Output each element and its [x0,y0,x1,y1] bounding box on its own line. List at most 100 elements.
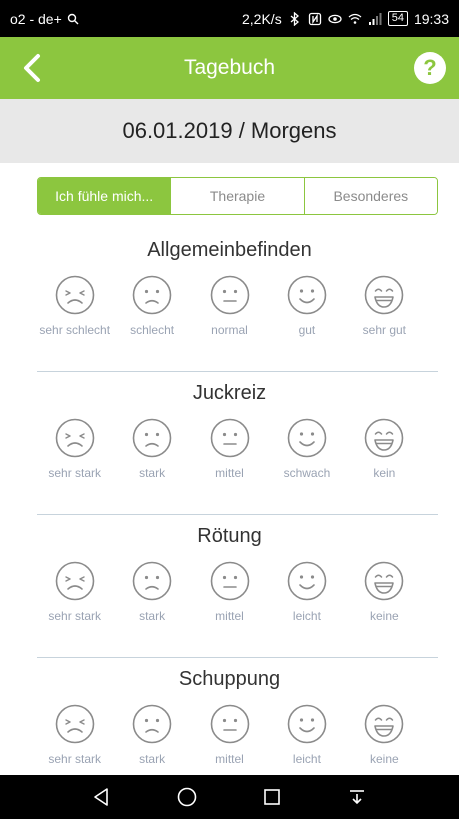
app-bar: Tagebuch ? [0,37,459,99]
neutral-face-icon [210,275,249,315]
tab-feeling[interactable]: Ich fühle mich... [38,178,171,214]
rating-option-label: sehr gut [362,323,406,337]
rating-option-label: schlecht [130,323,175,337]
rating-section: Juckreiz sehr stark stark mittel schwach kein [0,377,459,480]
rating-option[interactable]: sehr stark [36,703,113,766]
question-mark-icon: ? [423,55,437,80]
section-title: Allgemeinbefinden [147,239,312,261]
very-sad-face-icon [55,275,95,315]
section-title: Schuppung [178,668,281,690]
section-title: Rötung [197,525,262,547]
very-sad-face-icon [55,418,95,458]
rating-option[interactable]: schlecht [113,274,190,337]
rating-option-label: keine [369,609,399,623]
grin-face-icon [365,704,404,744]
rating-option[interactable]: leicht [268,560,345,623]
rating-option[interactable]: gut [268,274,345,337]
neutral-face-icon [210,418,249,458]
rating-option-label: stark [139,609,166,623]
eye-icon [328,14,342,23]
rating-option-label: gut [298,323,316,337]
section-title: Juckreiz [192,382,267,404]
grin-face-icon [365,561,404,601]
search-icon [67,13,79,24]
tab-therapy[interactable]: Therapie [170,178,304,214]
battery-level: 54 [387,11,408,26]
nav-recents-button[interactable] [252,777,292,817]
rating-option[interactable]: mittel [191,417,268,480]
rating-section: Rötung sehr stark stark mittel leicht keine [0,520,459,623]
help-button[interactable]: ? [414,52,446,84]
nfc-icon [308,12,321,25]
face-rating-row: sehr schlecht schlecht normal gut sehr gut [0,274,459,337]
rating-option-label: leicht [292,609,321,623]
rating-option[interactable]: kein [346,417,423,480]
rating-option[interactable]: stark [113,417,190,480]
very-sad-face-icon [55,561,95,601]
rating-option[interactable]: schwach [268,417,345,480]
rating-option[interactable]: sehr stark [36,417,113,480]
carrier-text: o2 - de+ [10,10,62,27]
nav-notifications-button[interactable] [337,777,377,817]
rating-option-label: sehr stark [48,752,102,766]
rating-option[interactable]: stark [113,703,190,766]
rating-option[interactable]: stark [113,560,190,623]
face-rating-row: sehr stark stark mittel leicht keine [0,703,459,766]
face-rating-row: sehr stark stark mittel leicht keine [0,560,459,623]
signal-icon [368,12,382,25]
rating-section: Schuppung sehr stark stark mittel leicht kein… [0,663,459,766]
smile-face-icon [287,275,327,315]
rating-option-label: mittel [215,609,244,623]
grin-face-icon [365,275,404,315]
rating-option-label: stark [139,752,166,766]
date-header: 06.01.2019 / Morgens [0,99,459,163]
face-rating-row: sehr stark stark mittel schwach kein [0,417,459,480]
wifi-icon [348,13,362,24]
rating-option[interactable]: leicht [268,703,345,766]
rating-option[interactable]: sehr schlecht [36,274,113,337]
rating-option[interactable]: sehr stark [36,560,113,623]
sad-face-icon [132,418,172,458]
sad-face-icon [132,704,172,744]
network-speed: 2,2K/s [242,10,282,27]
rating-option-label: mittel [215,752,244,766]
sad-face-icon [132,561,172,601]
back-triangle-icon [94,788,109,806]
rating-option-label: sehr schlecht [39,323,111,337]
tab-special[interactable]: Besonderes [303,178,437,214]
rating-option-label: leicht [292,752,321,766]
rating-option-label: stark [139,466,166,480]
rating-option[interactable]: normal [191,274,268,337]
rating-option-label: schwach [283,466,331,480]
neutral-face-icon [210,561,249,601]
notification-down-icon [349,790,364,805]
tab-bar: Ich fühle mich... Therapie Besonderes [37,177,438,215]
rating-option[interactable]: sehr gut [346,274,423,337]
rating-option-label: keine [369,752,399,766]
status-right: 2,2K/s 54 19:33 [242,11,449,27]
rating-section: Allgemeinbefinden sehr schlecht schlecht no… [0,234,459,337]
recents-square-icon [264,789,280,805]
back-button[interactable] [12,49,52,87]
smile-face-icon [287,561,327,601]
rating-option-label: sehr stark [48,466,102,480]
android-nav-bar [0,775,459,819]
clock-time: 19:33 [413,10,449,27]
rating-option[interactable]: mittel [191,703,268,766]
rating-option[interactable]: mittel [191,560,268,623]
bluetooth-icon [290,11,299,26]
rating-option-label: normal [211,323,248,337]
nav-back-button[interactable] [82,777,122,817]
status-left: o2 - de+ [10,11,80,27]
section-divider [37,657,438,658]
grin-face-icon [365,418,404,458]
rating-option[interactable]: keine [346,703,423,766]
neutral-face-icon [210,704,249,744]
rating-option[interactable]: keine [346,560,423,623]
very-sad-face-icon [55,704,95,744]
home-circle-icon [177,787,197,807]
rating-option-label: mittel [215,466,244,480]
smile-face-icon [287,418,327,458]
rating-option-label: kein [373,466,396,480]
nav-home-button[interactable] [167,777,207,817]
